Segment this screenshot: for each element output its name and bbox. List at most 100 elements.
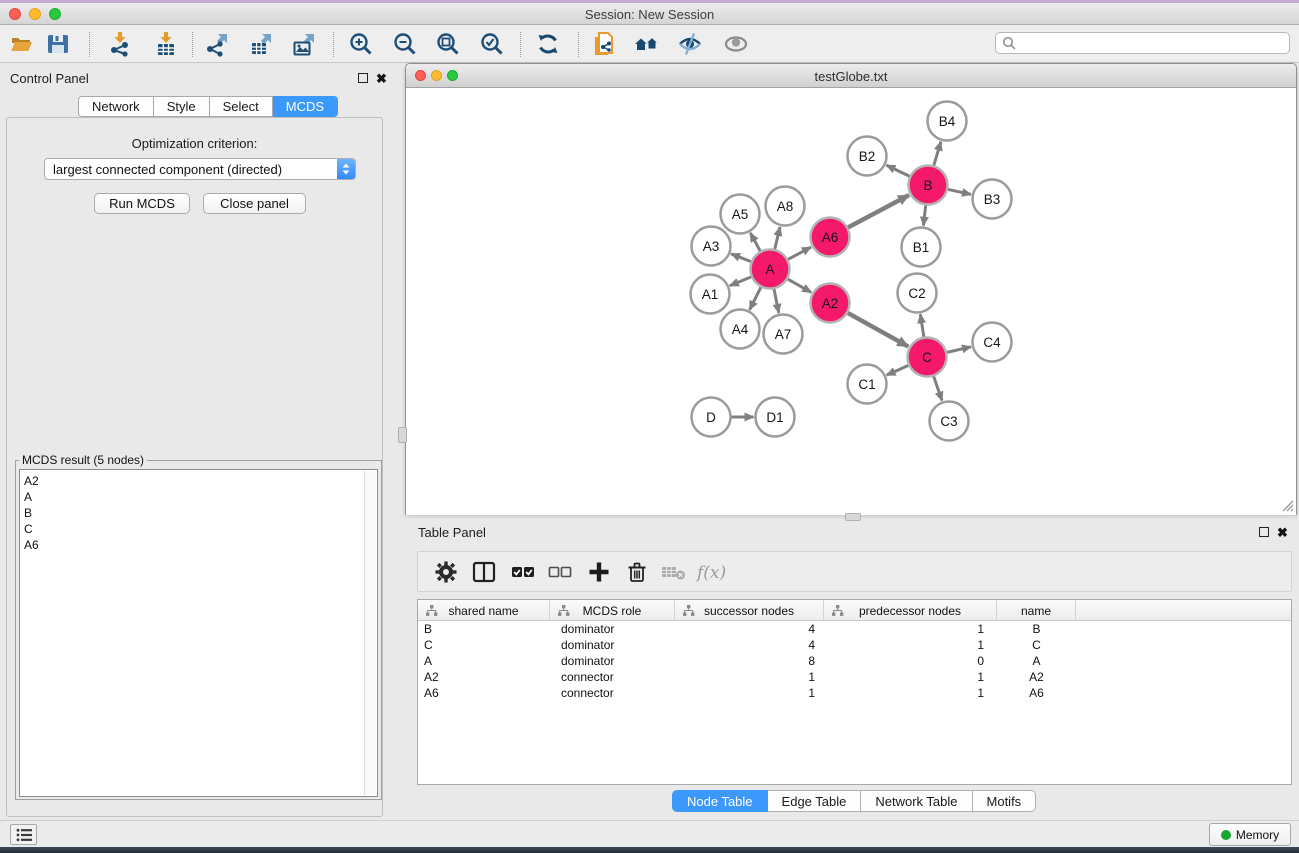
settings-gear-icon[interactable] [429, 556, 463, 588]
network-window-title: testGlobe.txt [406, 69, 1296, 84]
criterion-dropdown[interactable]: largest connected component (directed) [44, 158, 356, 180]
result-list-item[interactable]: A6 [24, 537, 377, 553]
tab-select[interactable]: Select [210, 96, 273, 117]
memory-label: Memory [1236, 828, 1279, 842]
table-row[interactable]: Bdominator41B [418, 621, 1291, 637]
export-image-icon[interactable] [287, 28, 321, 60]
import-table-icon[interactable] [149, 28, 183, 60]
search-icon [1002, 36, 1016, 50]
table-cell[interactable]: C [997, 638, 1076, 652]
tab-mcds[interactable]: MCDS [273, 96, 338, 117]
node-table[interactable]: shared name MCDS role successor nodes pr… [417, 599, 1292, 785]
result-list-item[interactable]: A2 [24, 473, 377, 489]
table-cell[interactable]: dominator [561, 654, 669, 668]
table-cell[interactable]: 1 [824, 686, 984, 700]
export-network-icon[interactable] [200, 28, 234, 60]
column-header-predecessor-nodes[interactable]: predecessor nodes [824, 600, 997, 621]
function-builder-icon-disabled: f(x) [695, 556, 729, 588]
table-cell[interactable]: 1 [675, 670, 815, 684]
table-cell[interactable]: B [424, 622, 544, 636]
zoom-out-icon[interactable] [388, 28, 422, 60]
close-panel-button[interactable]: Close panel [203, 193, 306, 214]
split-panel-icon[interactable] [467, 556, 501, 588]
zoom-fit-icon[interactable] [431, 28, 465, 60]
table-cell[interactable]: A2 [997, 670, 1076, 684]
dropdown-stepper-icon [337, 159, 355, 179]
table-cell[interactable]: 4 [675, 622, 815, 636]
table-panel-close-icon[interactable]: ✖ [1277, 527, 1288, 539]
first-neighbors-icon[interactable] [630, 28, 664, 60]
table-cell[interactable]: connector [561, 686, 669, 700]
column-header-name[interactable]: name [997, 600, 1076, 621]
delete-selected-icon[interactable] [620, 556, 654, 588]
export-table-icon[interactable] [244, 28, 278, 60]
control-panel-float-icon[interactable] [358, 73, 368, 83]
tab-network[interactable]: Network [78, 96, 154, 117]
table-cell[interactable]: 0 [824, 654, 984, 668]
tab-motifs[interactable]: Motifs [973, 790, 1037, 812]
task-history-button[interactable] [10, 824, 37, 845]
table-row[interactable]: Cdominator41C [418, 637, 1291, 653]
zoom-in-icon[interactable] [344, 28, 378, 60]
table-cell[interactable]: dominator [561, 638, 669, 652]
tab-node-table[interactable]: Node Table [672, 790, 768, 812]
control-panel-close-icon[interactable]: ✖ [376, 73, 387, 85]
memory-button[interactable]: Memory [1209, 823, 1291, 846]
main-toolbar [0, 25, 1299, 63]
table-cell[interactable]: 1 [824, 670, 984, 684]
result-list-item[interactable]: C [24, 521, 377, 537]
save-session-icon[interactable] [41, 28, 75, 60]
table-cell[interactable]: A6 [997, 686, 1076, 700]
left-splitter-grip[interactable] [398, 427, 407, 443]
show-graphics-details-icon[interactable] [719, 28, 753, 60]
table-cell[interactable]: A [997, 654, 1076, 668]
search-field[interactable] [995, 32, 1290, 54]
graph-edge[interactable] [844, 195, 909, 230]
table-cell[interactable]: connector [561, 670, 669, 684]
network-canvas[interactable]: B4B2BB3A8A5A6B1A3AA1C2A2A4A7C4CC1C3DD1 [406, 88, 1296, 515]
result-list-item[interactable]: B [24, 505, 377, 521]
table-panel-float-icon[interactable] [1259, 527, 1269, 537]
manage-networks-icon[interactable] [587, 28, 621, 60]
add-column-icon[interactable] [582, 556, 616, 588]
table-cell[interactable]: dominator [561, 622, 669, 636]
graph-node-label: C4 [983, 335, 1001, 350]
column-header-shared-name[interactable]: shared name [418, 600, 550, 621]
run-mcds-button[interactable]: Run MCDS [94, 193, 190, 214]
table-cell[interactable]: A2 [424, 670, 544, 684]
graph-node-label: A4 [732, 322, 749, 337]
column-header-successor-nodes[interactable]: successor nodes [675, 600, 824, 621]
import-network-icon[interactable] [103, 28, 137, 60]
table-row[interactable]: Adominator80A [418, 653, 1291, 669]
tab-network-table[interactable]: Network Table [861, 790, 972, 812]
table-cell[interactable]: B [997, 622, 1076, 636]
deselect-all-icon[interactable] [543, 556, 577, 588]
table-cell[interactable]: 8 [675, 654, 815, 668]
bottom-splitter-grip[interactable] [845, 513, 861, 521]
open-session-icon[interactable] [5, 28, 39, 60]
search-input[interactable] [1016, 36, 1289, 50]
tab-style[interactable]: Style [154, 96, 210, 117]
table-row[interactable]: A6 connector 11 A6 [418, 685, 1291, 701]
table-row[interactable]: A2 connector 11 A2 [418, 669, 1291, 685]
column-header-mcds-role[interactable]: MCDS role [550, 600, 675, 621]
graph-edge[interactable] [844, 311, 909, 347]
table-cell[interactable]: 1 [675, 686, 815, 700]
hide-graphics-details-icon[interactable] [673, 28, 707, 60]
result-list-scrollbar[interactable] [364, 471, 376, 795]
resize-grip-icon[interactable] [1280, 498, 1294, 512]
table-cell[interactable]: 4 [675, 638, 815, 652]
node-table-body[interactable]: Bdominator41BCdominator41CAdominator80AA… [418, 621, 1291, 701]
refresh-layout-icon[interactable] [531, 28, 565, 60]
table-cell[interactable]: C [424, 638, 544, 652]
result-list-item[interactable]: A [24, 489, 377, 505]
mcds-result-list[interactable]: A2ABCA6 [19, 469, 378, 797]
zoom-selected-icon[interactable] [475, 28, 509, 60]
table-cell[interactable]: A6 [424, 686, 544, 700]
table-cell[interactable]: A [424, 654, 544, 668]
table-cell[interactable]: 1 [824, 622, 984, 636]
control-panel-tabs: Network Style Select MCDS [78, 96, 338, 117]
tab-edge-table[interactable]: Edge Table [768, 790, 862, 812]
select-all-icon[interactable] [506, 556, 540, 588]
table-cell[interactable]: 1 [824, 638, 984, 652]
